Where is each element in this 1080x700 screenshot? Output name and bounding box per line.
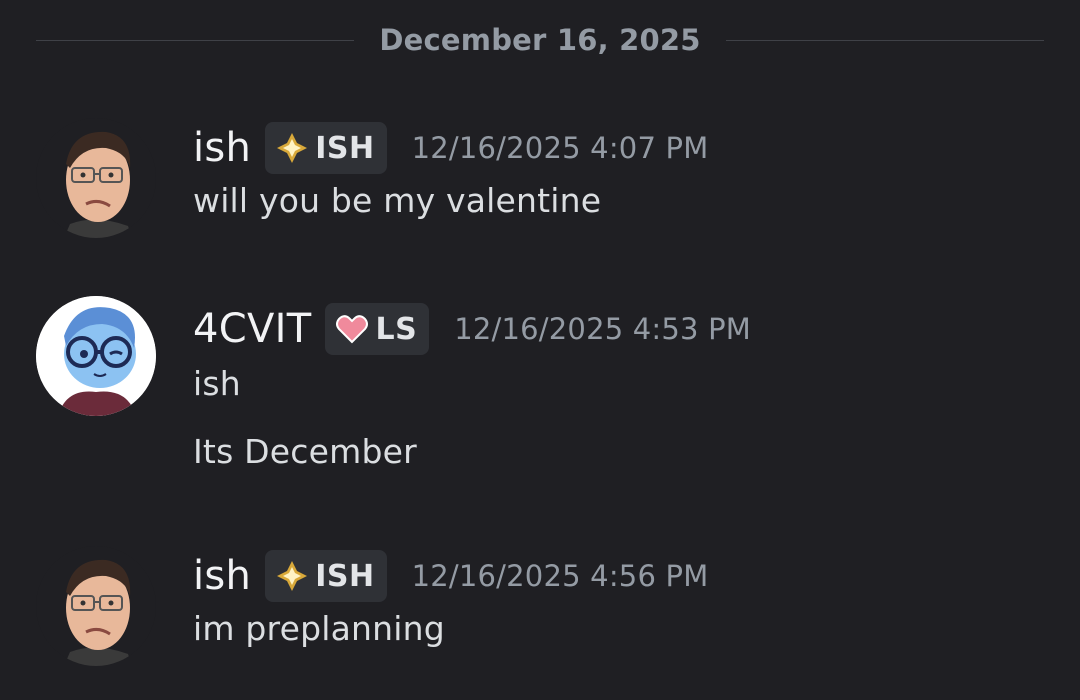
face-avatar-icon bbox=[64, 131, 132, 238]
message-text: im preplanning bbox=[193, 609, 445, 648]
divider-line-right bbox=[725, 39, 1045, 41]
heart-icon bbox=[336, 315, 369, 344]
server-tag[interactable]: ISH bbox=[265, 122, 387, 174]
chat-view: December 16, 2025 ish ISH 12/16/2025 4:0… bbox=[0, 0, 1080, 700]
divider-line-left bbox=[36, 39, 355, 41]
message-content: ish ISH 12/16/2025 4:56 PM im preplannin… bbox=[193, 546, 1060, 650]
avatar[interactable] bbox=[36, 546, 156, 666]
face-avatar-icon bbox=[64, 559, 132, 666]
message-content: 4CVIT LS 12/16/2025 4:53 PM ish Its Dece… bbox=[193, 299, 1060, 473]
tag-label: LS bbox=[375, 311, 418, 347]
date-divider: December 16, 2025 bbox=[36, 20, 1045, 60]
message-text: will you be my valentine bbox=[193, 181, 602, 220]
username[interactable]: ish bbox=[193, 553, 251, 599]
timestamp[interactable]: 12/16/2025 4:07 PM bbox=[412, 131, 709, 165]
username[interactable]: ish bbox=[193, 125, 251, 171]
tag-label: ISH bbox=[315, 130, 375, 166]
message-header: ish ISH 12/16/2025 4:56 PM bbox=[193, 546, 1060, 606]
tag-label: ISH bbox=[315, 558, 375, 594]
avatar[interactable] bbox=[36, 118, 156, 238]
timestamp[interactable]: 12/16/2025 4:53 PM bbox=[454, 312, 751, 346]
blue-character-avatar-icon bbox=[36, 296, 156, 416]
sparkle-diamond-icon bbox=[277, 133, 308, 163]
message-header: ish ISH 12/16/2025 4:07 PM bbox=[193, 118, 1060, 178]
avatar[interactable] bbox=[36, 296, 156, 416]
username[interactable]: 4CVIT bbox=[193, 306, 311, 352]
timestamp[interactable]: 12/16/2025 4:56 PM bbox=[412, 559, 709, 593]
message-content: ish ISH 12/16/2025 4:07 PM will you be m… bbox=[193, 118, 1060, 222]
server-tag[interactable]: LS bbox=[325, 303, 430, 355]
divider-date: December 16, 2025 bbox=[379, 23, 701, 57]
message-text: Its December bbox=[193, 432, 417, 471]
server-tag[interactable]: ISH bbox=[265, 550, 387, 602]
message-text: ish bbox=[193, 364, 241, 403]
sparkle-diamond-icon bbox=[277, 561, 308, 591]
message-header: 4CVIT LS 12/16/2025 4:53 PM bbox=[193, 299, 1060, 359]
